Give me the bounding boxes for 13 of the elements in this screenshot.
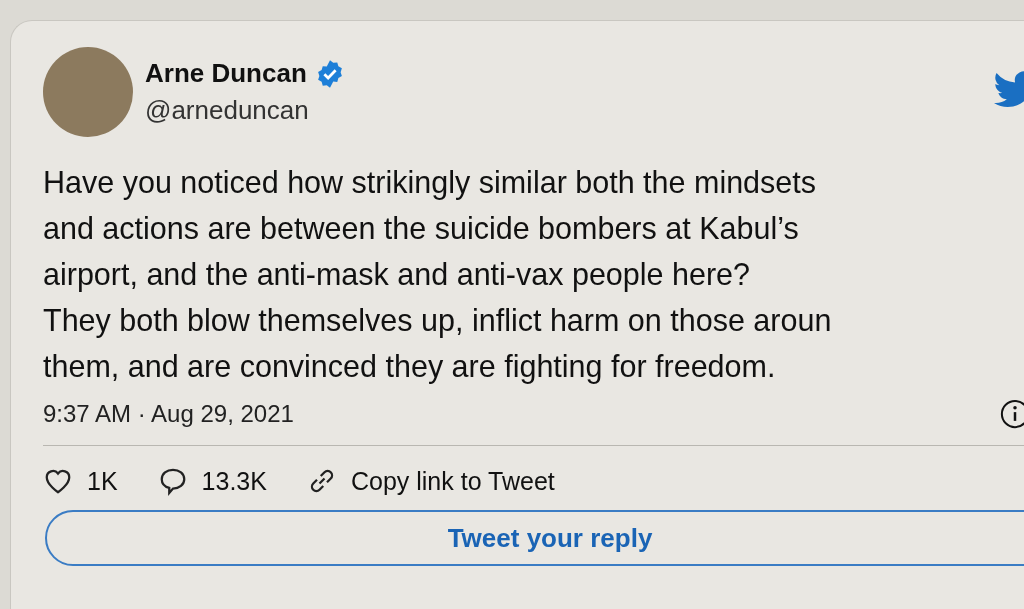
tweet-text-line: airport, and the anti-mask and anti-vax people here? bbox=[43, 256, 750, 294]
reply-button[interactable]: Tweet your reply bbox=[45, 510, 1024, 566]
tweet-text-line: and actions are between the suicide bombers at Kabul’s bbox=[43, 210, 799, 247]
tweet-text-line: Have you noticed how strikingly similar both the mindsets bbox=[43, 164, 816, 202]
reply-action[interactable]: 13.3K bbox=[157, 466, 267, 496]
link-action[interactable]: Copy link to Tweet bbox=[306, 466, 555, 496]
info-icon[interactable] bbox=[1000, 399, 1024, 429]
tweet-timestamp[interactable]: 9:37 AM · Aug 29, 2021 bbox=[43, 400, 294, 428]
author-handle[interactable]: @arneduncan bbox=[145, 95, 982, 126]
author-name[interactable]: Arne Duncan bbox=[145, 58, 307, 89]
like-action[interactable]: 1K bbox=[43, 466, 118, 496]
tweet-text-line: them, and are convinced they are fighting for freedom. bbox=[43, 348, 776, 386]
tweet-text-line: They both blow themselves up, inflict harm on those aroun bbox=[43, 302, 832, 340]
